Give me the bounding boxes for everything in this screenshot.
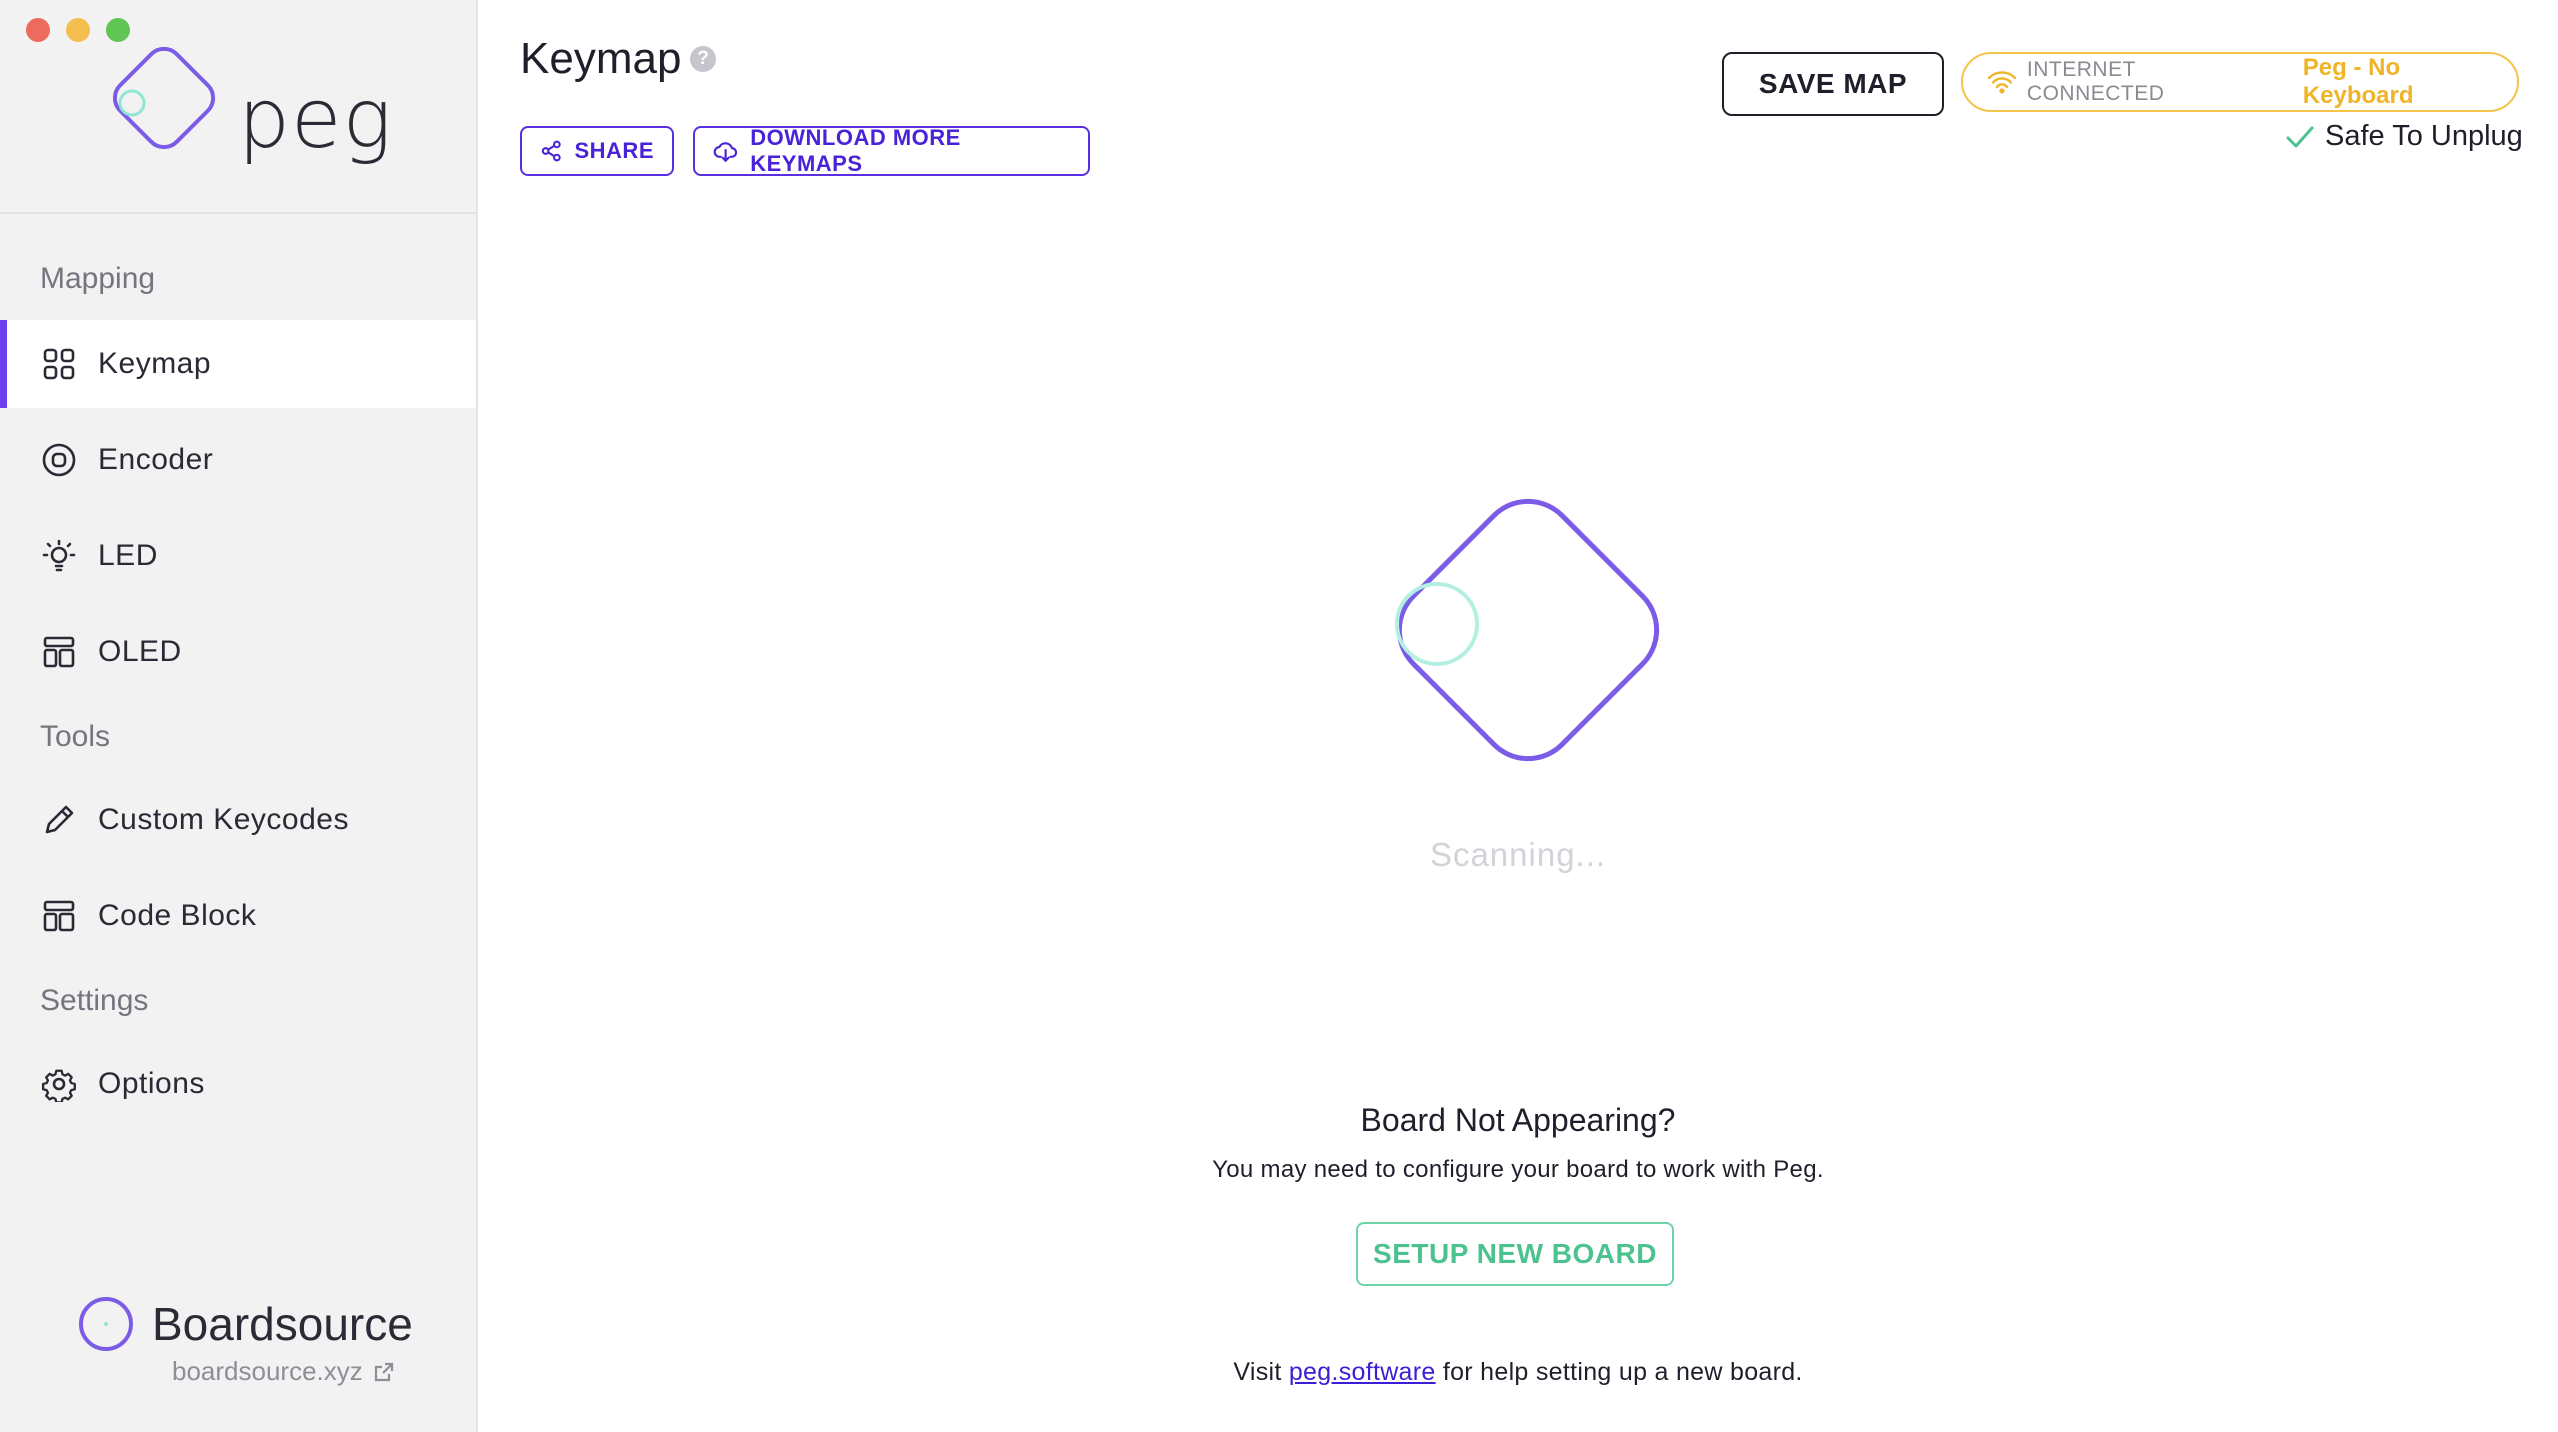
page-title: Keymap [520,34,682,83]
visit-prefix: Visit [1233,1358,1282,1386]
save-map-button[interactable]: SAVE MAP [1722,52,1944,116]
safe-label: Safe To Unplug [2325,120,2523,152]
sidebar-item-label: Encoder [98,443,214,476]
visit-suffix: for help setting up a new board. [1442,1358,1803,1386]
sidebar-item-custom-keycodes[interactable]: Custom Keycodes [0,776,476,864]
setup-new-board-button[interactable]: SETUP NEW BOARD [1356,1222,1674,1286]
help-icon[interactable]: ? [690,46,716,72]
section-title-settings: Settings [40,984,149,1017]
sidebar-item-code-block[interactable]: Code Block [0,872,476,960]
sidebar-item-oled[interactable]: OLED [0,608,476,696]
configure-hint: You may need to configure your board to … [1212,1156,1824,1183]
lightbulb-icon [40,537,78,575]
boardsource-logo[interactable]: Boardsource [78,1296,413,1352]
layout-icon [40,897,78,935]
sidebar-item-label: Options [98,1067,205,1100]
boardsource-url: boardsource.xyz [172,1356,363,1386]
share-icon [541,140,561,162]
sidebar-item-led[interactable]: LED [0,512,476,600]
app-name: peg [238,72,393,167]
visit-help-text: Visit peg.software for help setting up a… [478,1358,2558,1387]
external-link-icon [374,1362,393,1381]
app-logo: peg [96,30,396,170]
wifi-icon [1987,71,2017,94]
share-label: SHARE [574,138,654,163]
scanning-status: Scanning... [1429,836,1607,873]
main-content: Keymap ? SHARE DOWNLOAD MORE KEYMAPS SAV… [478,0,2558,1432]
boardsource-name: Boardsource [152,1298,413,1350]
peg-software-link[interactable]: peg.software [1289,1358,1436,1386]
connection-label: INTERNET CONNECTED [2026,58,2165,105]
sidebar-item-encoder[interactable]: Encoder [0,416,476,504]
sidebar-divider [0,212,476,214]
safe-unplug-status: Safe To Unplug [2285,120,2523,153]
sidebar-item-label: LED [98,539,158,572]
keyboard-status: Peg - No Keyboard [2302,54,2414,109]
board-not-appearing-heading: Board Not Appearing? [1360,1102,1676,1138]
checkmark-icon [2286,126,2314,147]
boardsource-link[interactable]: boardsource.xyz [172,1356,395,1387]
sidebar: peg Mapping Keymap Encoder LED OLED Tool… [0,0,478,1432]
share-button[interactable]: SHARE [520,126,674,176]
grid-icon [40,345,78,383]
sidebar-item-label: Code Block [98,899,257,932]
gear-icon [40,1065,78,1103]
section-title-mapping: Mapping [40,262,156,295]
sidebar-item-options[interactable]: Options [0,1040,476,1128]
boardsource-ring-icon [79,1297,133,1351]
sidebar-item-label: OLED [98,635,182,668]
connection-status[interactable]: INTERNET CONNECTED Peg - No Keyboard [1961,52,2519,112]
cloud-download-icon [713,142,738,162]
download-label: DOWNLOAD MORE KEYMAPS [750,125,961,176]
encoder-icon [40,441,78,479]
sidebar-item-label: Custom Keycodes [98,803,349,836]
scanning-logo-icon [1395,498,1660,762]
sidebar-item-label: Keymap [98,347,212,380]
sidebar-item-keymap[interactable]: Keymap [0,320,476,408]
layout-icon [40,633,78,671]
download-keymaps-button[interactable]: DOWNLOAD MORE KEYMAPS [693,125,1090,176]
peg-logo-icon [112,46,216,150]
close-window-button[interactable] [26,18,50,42]
pencil-icon [40,801,78,839]
section-title-tools: Tools [40,720,111,753]
minimize-window-button[interactable] [66,18,90,42]
